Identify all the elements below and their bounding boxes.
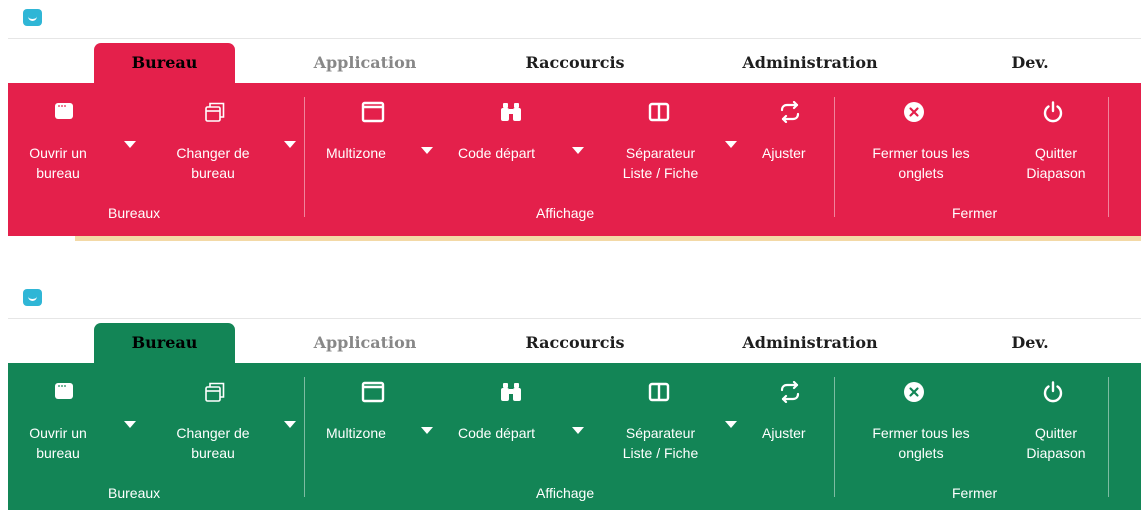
separator-list-form-button[interactable]: Séparateur Liste / Fiche: [603, 381, 743, 471]
stacked-windows-icon: [204, 101, 226, 123]
tab-raccourcis[interactable]: Raccourcis: [510, 323, 640, 363]
stacked-windows-icon: [204, 381, 226, 403]
group-separator: [304, 97, 305, 217]
start-code-label: Code départ: [458, 425, 536, 441]
open-desktop-button[interactable]: Ouvrir un bureau: [8, 381, 143, 471]
adjust-label: Ajuster: [762, 145, 806, 161]
tab-dev[interactable]: Dev.: [990, 43, 1070, 83]
chevron-down-icon[interactable]: [421, 427, 433, 434]
quit-diapason-button[interactable]: Quitter Diapason: [1016, 101, 1096, 191]
tab-bureau[interactable]: Bureau: [94, 323, 235, 363]
group-label-fermer: Fermer: [952, 485, 998, 501]
power-icon: [1042, 101, 1064, 123]
open-desktop-label: Ouvrir un bureau: [29, 425, 87, 461]
swap-arrows-icon: [779, 381, 801, 403]
group-separator: [834, 377, 835, 497]
window-icon: [54, 381, 74, 403]
tab-raccourcis[interactable]: Raccourcis: [510, 43, 640, 83]
chevron-down-icon[interactable]: [421, 147, 433, 154]
close-all-tabs-button[interactable]: Fermer tous les onglets: [856, 101, 986, 191]
change-desktop-label: Changer de bureau: [176, 145, 250, 181]
ribbon-panel: Ouvrir un bureau Changer de bureau Bureaux…: [8, 363, 1141, 510]
multizone-label: Multizone: [326, 145, 386, 161]
open-desktop-label: Ouvrir un bureau: [29, 145, 87, 181]
adjust-label: Ajuster: [762, 425, 806, 441]
open-desktop-button[interactable]: Ouvrir un bureau: [8, 101, 143, 191]
multizone-label: Multizone: [326, 425, 386, 441]
multizone-button[interactable]: Multizone: [326, 381, 441, 471]
close-all-tabs-label: Fermer tous les onglets: [872, 145, 970, 181]
quit-diapason-label: Quitter Diapason: [1026, 425, 1086, 461]
group-label-fermer: Fermer: [952, 205, 998, 221]
tab-administration[interactable]: Administration: [735, 43, 885, 83]
tab-application[interactable]: Application: [300, 323, 430, 363]
adjust-button[interactable]: Ajuster: [756, 101, 826, 191]
chevron-down-icon[interactable]: [284, 421, 296, 428]
ribbon-panel: Ouvrir un bureau Changer de bureau Bureaux…: [8, 83, 1141, 236]
separator-label: Séparateur Liste / Fiche: [622, 145, 699, 181]
start-code-button[interactable]: Code départ: [458, 381, 588, 471]
ribbon-underline: [75, 236, 1141, 241]
divider: [8, 318, 1141, 319]
app-logo-icon[interactable]: [23, 9, 42, 26]
group-label-affichage: Affichage: [536, 205, 595, 221]
chevron-down-icon[interactable]: [572, 147, 584, 154]
split-columns-icon: [648, 101, 670, 123]
chevron-down-icon[interactable]: [572, 427, 584, 434]
frame-icon: [361, 101, 385, 123]
group-separator: [834, 97, 835, 217]
close-all-tabs-button[interactable]: Fermer tous les onglets: [856, 381, 986, 471]
group-separator: [1108, 97, 1109, 217]
adjust-button[interactable]: Ajuster: [756, 381, 826, 471]
quit-diapason-label: Quitter Diapason: [1026, 145, 1086, 181]
binoculars-icon: [500, 381, 522, 403]
chevron-down-icon[interactable]: [725, 421, 737, 428]
binoculars-icon: [500, 101, 522, 123]
group-separator: [1108, 377, 1109, 497]
app-logo-icon[interactable]: [23, 289, 42, 306]
divider: [8, 38, 1141, 39]
split-columns-icon: [648, 381, 670, 403]
frame-icon: [361, 381, 385, 403]
tab-administration[interactable]: Administration: [735, 323, 885, 363]
chevron-down-icon[interactable]: [725, 141, 737, 148]
start-code-button[interactable]: Code départ: [458, 101, 588, 191]
chevron-down-icon[interactable]: [124, 141, 136, 148]
group-separator: [304, 377, 305, 497]
group-label-bureaux: Bureaux: [108, 485, 161, 501]
swap-arrows-icon: [779, 101, 801, 123]
ribbon-variant-red: Bureau Application Raccourcis Administra…: [0, 0, 1141, 245]
tab-bar: Bureau Application Raccourcis Administra…: [0, 323, 1141, 363]
chevron-down-icon[interactable]: [124, 421, 136, 428]
change-desktop-button[interactable]: Changer de bureau: [158, 101, 303, 191]
chevron-down-icon[interactable]: [284, 141, 296, 148]
close-circle-icon: [903, 101, 925, 123]
tab-dev[interactable]: Dev.: [990, 323, 1070, 363]
close-circle-icon: [903, 381, 925, 403]
tab-bar: Bureau Application Raccourcis Administra…: [0, 43, 1141, 83]
separator-list-form-button[interactable]: Séparateur Liste / Fiche: [603, 101, 743, 191]
tab-application[interactable]: Application: [300, 43, 430, 83]
close-all-tabs-label: Fermer tous les onglets: [872, 425, 970, 461]
multizone-button[interactable]: Multizone: [326, 101, 441, 191]
start-code-label: Code départ: [458, 145, 536, 161]
quit-diapason-button[interactable]: Quitter Diapason: [1016, 381, 1096, 471]
group-label-bureaux: Bureaux: [108, 205, 161, 221]
change-desktop-button[interactable]: Changer de bureau: [158, 381, 303, 471]
power-icon: [1042, 381, 1064, 403]
change-desktop-label: Changer de bureau: [176, 425, 250, 461]
tab-bureau[interactable]: Bureau: [94, 43, 235, 83]
group-label-affichage: Affichage: [536, 485, 595, 501]
window-icon: [54, 101, 74, 123]
separator-label: Séparateur Liste / Fiche: [622, 425, 699, 461]
ribbon-variant-green: Bureau Application Raccourcis Administra…: [0, 280, 1141, 510]
